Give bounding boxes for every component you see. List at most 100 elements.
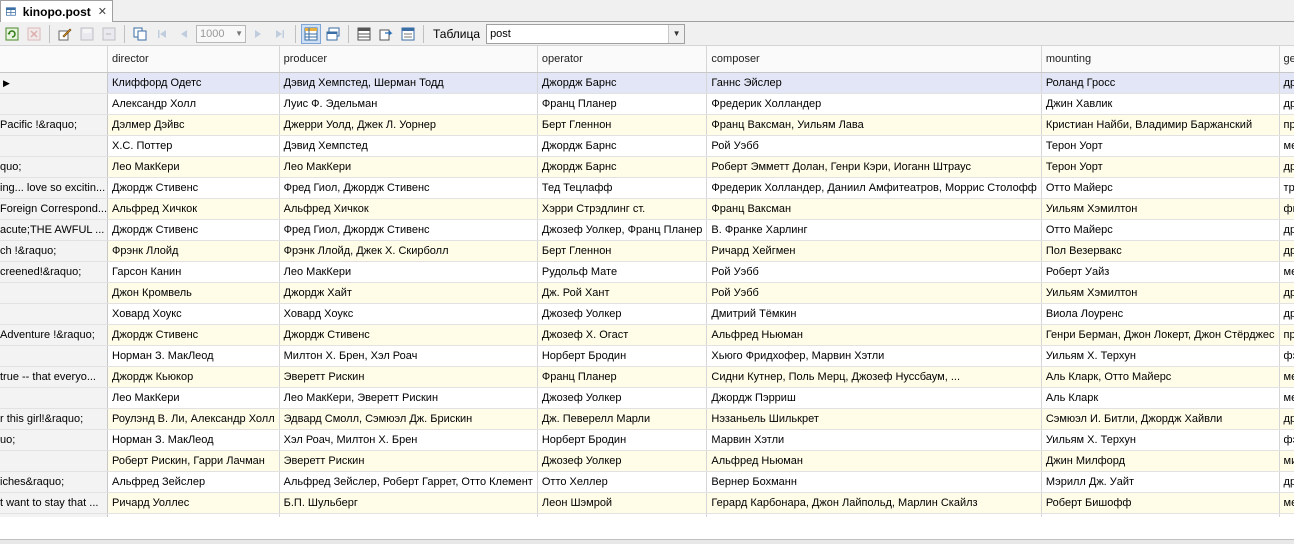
table-cell[interactable]: др	[1279, 282, 1294, 304]
table-cell[interactable]: Фредерик Холландер	[706, 93, 1042, 115]
table-row[interactable]: true -- that everyo... Джордж Кьюкор Эвере…	[0, 366, 1294, 388]
table-cell[interactable]: Эдвард Смолл, Сэмюэл Дж. Брискин	[279, 408, 538, 430]
table-cell[interactable]: Лео МакКери	[279, 261, 538, 283]
table-cell[interactable]: Роулэнд В. Ли, Александр Холл	[107, 408, 280, 430]
refresh-button[interactable]	[2, 24, 22, 44]
table-cell[interactable]: ме	[1279, 135, 1294, 157]
table-row[interactable]: uo; Норман З. МакЛеод Хэл Роач, Милтон Х. …	[0, 429, 1294, 451]
table-cell[interactable]: Роберт Уайз	[1041, 261, 1280, 283]
table-cell[interactable]: Сидни Кутнер, Поль Мерц, Джозеф Нуссбаум…	[706, 366, 1042, 388]
table-cell[interactable]: Джордж Стивенс	[107, 177, 280, 199]
table-select[interactable]: post ▼	[486, 23, 686, 44]
table-cell[interactable]: Аль Кларк, Отто Майерс	[1041, 366, 1280, 388]
table-cell[interactable]: фэ	[1279, 345, 1294, 367]
table-cell[interactable]: Дж. Певерелл Марли	[537, 408, 708, 430]
table-cell[interactable]: Клиффорд Одетс	[107, 72, 280, 94]
table-cell[interactable]: Джордж Хайт	[279, 282, 538, 304]
table-cell[interactable]: Лео МакКери	[107, 156, 280, 178]
table-cell[interactable]: Ричард Уоллес	[107, 492, 280, 514]
table-row[interactable]: Лео МакКери Лео МакКери, Эверетт Рискин Дж…	[0, 387, 1294, 409]
table-cell[interactable]: Норман З. МакЛеод	[107, 345, 280, 367]
table-cell[interactable]: true -- that everyo...	[0, 366, 108, 388]
table-cell[interactable]: Pacific !&raquo;	[0, 114, 108, 136]
table-cell[interactable]: Альфред Зейслер	[107, 471, 280, 493]
table-cell[interactable]: Альфред Ньюман	[706, 450, 1042, 472]
table-cell[interactable]: ме	[1279, 492, 1294, 514]
form-view-button[interactable]	[323, 24, 343, 44]
table-cell[interactable]: Роберт Бишофф	[1041, 492, 1280, 514]
column-header-operator[interactable]: operator	[537, 46, 708, 73]
table-cell[interactable]: Отто Майерс	[1041, 219, 1280, 241]
table-cell[interactable]: Рой Уэбб	[706, 282, 1042, 304]
table-cell[interactable]: Х.С. Поттер	[107, 135, 280, 157]
table-cell[interactable]: Джордж Фицморис	[107, 513, 280, 517]
table-cell[interactable]: Роланд Гросс	[1041, 72, 1280, 94]
table-cell[interactable]: Лео МакКери, Эверетт Рискин	[279, 387, 538, 409]
table-row[interactable]: Александр Холл Луис Ф. Эдельман Франц План…	[0, 93, 1294, 115]
table-cell[interactable]: Тед Тецлафф	[537, 177, 708, 199]
table-cell[interactable]: пр	[1279, 114, 1294, 136]
table-cell[interactable]: фи	[1279, 198, 1294, 220]
table-cell[interactable]: Хэрри Стрэдлинг ст.	[537, 198, 708, 220]
column-header-composer[interactable]: composer	[706, 46, 1042, 73]
table-cell[interactable]: др	[1279, 408, 1294, 430]
table-cell[interactable]: Рой Уэбб	[706, 261, 1042, 283]
table-cell[interactable]: Дэвид Хемпстед, Шерман Тодд	[279, 72, 538, 94]
table-cell[interactable]: Рой Уэбб	[706, 135, 1042, 157]
column-header-director[interactable]: director	[107, 46, 280, 73]
table-cell[interactable]: Берт Гленнон	[537, 114, 708, 136]
table-cell[interactable]: Уильям Х. Терхун	[1041, 429, 1280, 451]
table-cell[interactable]: ing... love so excitin...	[0, 177, 108, 199]
table-row[interactable]: ing... love so excitin... Джордж Стивенс Ф…	[0, 177, 1294, 199]
table-cell[interactable]: Дж. Рой Хант	[537, 282, 708, 304]
table-cell[interactable]: Ричард Хейгмен	[706, 240, 1042, 262]
table-cell[interactable]: Терон Уорт	[1041, 156, 1280, 178]
table-cell[interactable]: Норберт Бродин	[537, 429, 708, 451]
table-cell[interactable]: Терон Уорт	[1041, 135, 1280, 157]
table-cell[interactable]: Уильям Хэмилтон	[1041, 198, 1280, 220]
table-cell[interactable]: Франц Планер	[537, 366, 708, 388]
table-cell[interactable]: тр	[1279, 177, 1294, 199]
table-row[interactable]: ▶ Клиффорд Одетс Дэвид Хемпстед, Шерман То…	[0, 72, 1294, 94]
grid-view-button[interactable]	[301, 23, 321, 44]
table-cell[interactable]: Франц Ваксман	[706, 198, 1042, 220]
table-cell[interactable]: ми	[1279, 450, 1294, 472]
table-cell[interactable]: Мэрилл Дж. Уайт	[1041, 471, 1280, 493]
table-cell[interactable]: ▶	[0, 72, 108, 94]
table-cell[interactable]	[0, 450, 108, 472]
table-cell[interactable]: Лео МакКери	[279, 156, 538, 178]
table-cell[interactable]: В. Франке Харлинг	[706, 219, 1042, 241]
table-row[interactable]: ch !&raquo; Фрэнк Ллойд Фрэнк Ллойд, Джек …	[0, 240, 1294, 262]
table-cell[interactable]: Милтон Х. Брен, Хэл Роач	[279, 345, 538, 367]
table-cell[interactable]: Александр Холл	[107, 93, 280, 115]
table-row[interactable]: Роберт Рискин, Гарри Лачман Эверетт Риски…	[0, 450, 1294, 472]
table-cell[interactable]: ch !&raquo;	[0, 240, 108, 262]
table-cell[interactable]	[0, 303, 108, 325]
table-cell[interactable]: Роберт Эмметт Долан, Генри Кэри, Иоганн …	[706, 156, 1042, 178]
next-page-button[interactable]	[248, 24, 268, 44]
prev-page-button[interactable]	[174, 24, 194, 44]
table-row[interactable]: r this girl!&raquo; Роулэнд В. Ли, Алекса…	[0, 408, 1294, 430]
table-row[interactable]: Джордж ФицморисMaurice RevnesРэй ДжунУил…	[0, 513, 1294, 517]
table-cell[interactable]: Джозеф Уолкер	[537, 387, 708, 409]
table-cell[interactable]: Аль Кларк	[1041, 387, 1280, 409]
table-cell[interactable]: Отто Майерс	[1041, 177, 1280, 199]
table-cell[interactable]: др	[1279, 219, 1294, 241]
table-row[interactable]: Foreign Correspond... Альфред Хичкок Альфр…	[0, 198, 1294, 220]
table-cell[interactable]: Виола Лоуренс	[1041, 303, 1280, 325]
table-cell[interactable]: Рэй Джун	[537, 513, 708, 517]
table-cell[interactable]: Дмитрий Тёмкин	[706, 303, 1042, 325]
table-cell[interactable]: Нэзаньель Шилькрет	[706, 408, 1042, 430]
stop-button[interactable]	[24, 24, 44, 44]
table-cell[interactable]: uo;	[0, 429, 108, 451]
table-cell[interactable]: Джордж Барнс	[537, 156, 708, 178]
table-cell[interactable]: Альфред Зейслер, Роберт Гаррет, Отто Кле…	[279, 471, 538, 493]
table-row[interactable]: Джон Кромвель Джордж Хайт Дж. Рой Хант Рой …	[0, 282, 1294, 304]
table-cell[interactable]: Фрэнк Ллойд	[107, 240, 280, 262]
table-cell[interactable]: creened!&raquo;	[0, 261, 108, 283]
table-cell[interactable]: Джордж Стивенс	[107, 324, 280, 346]
table-cell[interactable]: t want to stay that ...	[0, 492, 108, 514]
table-cell[interactable]: Джордж Барнс	[537, 135, 708, 157]
table-cell[interactable]: Роберт Рискин, Гарри Лачман	[107, 450, 280, 472]
table-cell[interactable]: ме	[1279, 261, 1294, 283]
